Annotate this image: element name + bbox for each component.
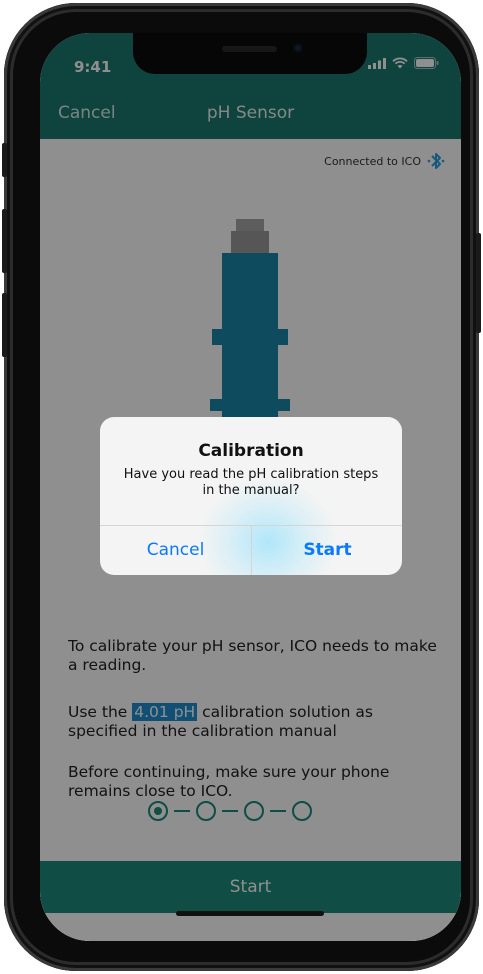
phone-screen: 9:41 Cancel pH Sensor Connected to ICO T… [40, 33, 461, 941]
volume-down-button [2, 293, 7, 357]
mute-switch [2, 143, 7, 177]
power-button [476, 233, 481, 333]
volume-up-button [2, 209, 7, 273]
home-indicator[interactable] [176, 911, 324, 916]
alert-title: Calibration [198, 441, 304, 461]
alert-start-button[interactable]: Start [252, 525, 402, 575]
alert-cancel-button[interactable]: Cancel [100, 525, 251, 575]
alert-message: Have you read the pH calibration steps i… [123, 467, 379, 498]
calibration-alert: Calibration Have you read the pH calibra… [100, 417, 402, 575]
